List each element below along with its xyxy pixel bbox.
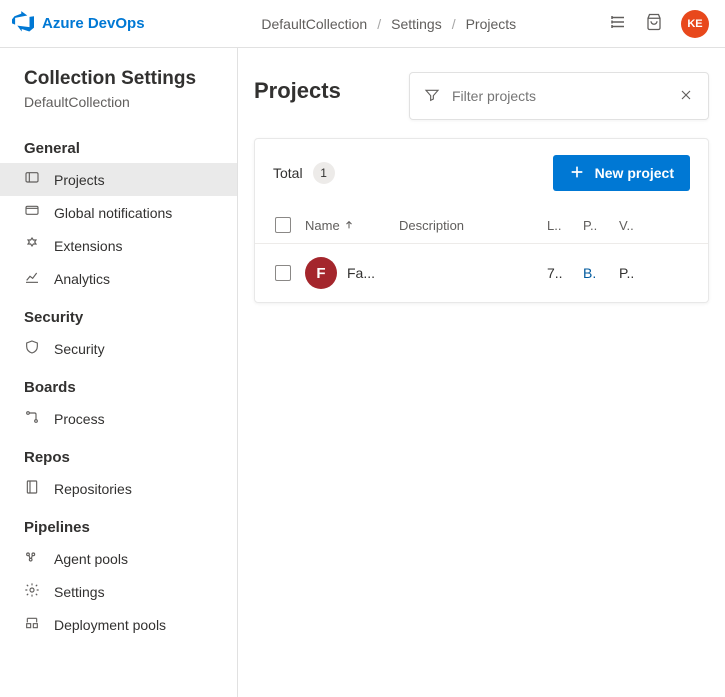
select-all-checkbox[interactable] [275,217,291,233]
plus-icon [569,164,585,183]
sidebar-item-projects[interactable]: Projects [0,163,237,196]
sidebar-item-repositories[interactable]: Repositories [0,472,237,505]
total-count: Total 1 [273,162,335,184]
table-row[interactable]: F Fa... 7.. B. P.. [255,244,708,302]
projects-card: Total 1 New project Name [254,138,709,303]
breadcrumb-separator: / [377,16,381,32]
project-avatar: F [305,257,337,289]
col-process[interactable]: P.. [583,218,619,233]
user-avatar[interactable]: KE [681,10,709,38]
projects-table: Name Description L.. P.. V.. F [255,207,708,302]
count-pill: 1 [313,162,335,184]
filter-input[interactable] [452,88,666,104]
list-icon[interactable] [609,13,627,34]
sidebar-label-process: Process [54,411,105,427]
sidebar: Collection Settings DefaultCollection Ge… [0,48,238,697]
page-title: Projects [254,72,341,104]
row-checkbox[interactable] [275,265,291,281]
sidebar-label-extensions: Extensions [54,238,122,254]
main-content: Projects Total 1 [238,48,725,697]
notifications-icon [24,203,40,222]
sidebar-item-process[interactable]: Process [0,402,237,435]
row-visibility: P.. [619,265,655,281]
sort-asc-icon [344,218,354,233]
sidebar-title: Collection Settings [0,68,237,94]
section-pipelines-title: Pipelines [0,505,237,542]
row-name-cell: F Fa... [305,257,399,289]
sidebar-label-repositories: Repositories [54,481,132,497]
sidebar-subtitle: DefaultCollection [0,94,237,126]
filter-icon [424,87,440,106]
breadcrumb-collection[interactable]: DefaultCollection [261,16,367,32]
gear-icon [24,582,40,601]
col-checkbox [261,217,305,233]
sidebar-label-global-notifications: Global notifications [54,205,172,221]
section-general-title: General [0,126,237,163]
sidebar-item-global-notifications[interactable]: Global notifications [0,196,237,229]
col-visibility[interactable]: V.. [619,218,655,233]
row-last-update: 7.. [547,265,583,281]
header-actions: KE [609,10,709,38]
close-icon[interactable] [678,87,694,106]
sidebar-label-security: Security [54,341,105,357]
deployment-pools-icon [24,615,40,634]
sidebar-label-pipeline-settings: Settings [54,584,105,600]
repositories-icon [24,479,40,498]
extensions-icon [24,236,40,255]
filter-box [409,72,709,120]
new-project-button[interactable]: New project [553,155,690,191]
total-label: Total [273,165,303,181]
breadcrumb: DefaultCollection / Settings / Projects [169,16,609,32]
azure-devops-logo-icon [12,11,34,37]
card-toolbar: Total 1 New project [255,139,708,207]
new-project-label: New project [595,165,674,181]
top-header: Azure DevOps DefaultCollection / Setting… [0,0,725,48]
sidebar-label-analytics: Analytics [54,271,110,287]
main-header: Projects [254,72,709,120]
brand-label: Azure DevOps [42,15,145,32]
section-repos-title: Repos [0,435,237,472]
sidebar-item-deployment-pools[interactable]: Deployment pools [0,608,237,641]
process-icon [24,409,40,428]
row-checkbox-cell [261,265,305,281]
breadcrumb-separator: / [452,16,456,32]
breadcrumb-page[interactable]: Projects [466,16,517,32]
analytics-icon [24,269,40,288]
section-boards-title: Boards [0,365,237,402]
sidebar-item-security[interactable]: Security [0,332,237,365]
row-name[interactable]: Fa... [347,265,375,281]
projects-icon [24,170,40,189]
sidebar-item-analytics[interactable]: Analytics [0,262,237,295]
sidebar-label-projects: Projects [54,172,105,188]
sidebar-item-pipeline-settings[interactable]: Settings [0,575,237,608]
brand-link[interactable]: Azure DevOps [12,11,145,37]
sidebar-label-agent-pools: Agent pools [54,551,128,567]
row-process[interactable]: B. [583,265,619,281]
sidebar-label-deployment-pools: Deployment pools [54,617,166,633]
agent-pools-icon [24,549,40,568]
shopping-bag-icon[interactable] [645,13,663,34]
sidebar-item-agent-pools[interactable]: Agent pools [0,542,237,575]
table-header: Name Description L.. P.. V.. [255,207,708,244]
shield-icon [24,339,40,358]
breadcrumb-settings[interactable]: Settings [391,16,442,32]
col-last-update[interactable]: L.. [547,218,583,233]
col-description[interactable]: Description [399,218,547,233]
sidebar-item-extensions[interactable]: Extensions [0,229,237,262]
col-name[interactable]: Name [305,218,399,233]
section-security-title: Security [0,295,237,332]
